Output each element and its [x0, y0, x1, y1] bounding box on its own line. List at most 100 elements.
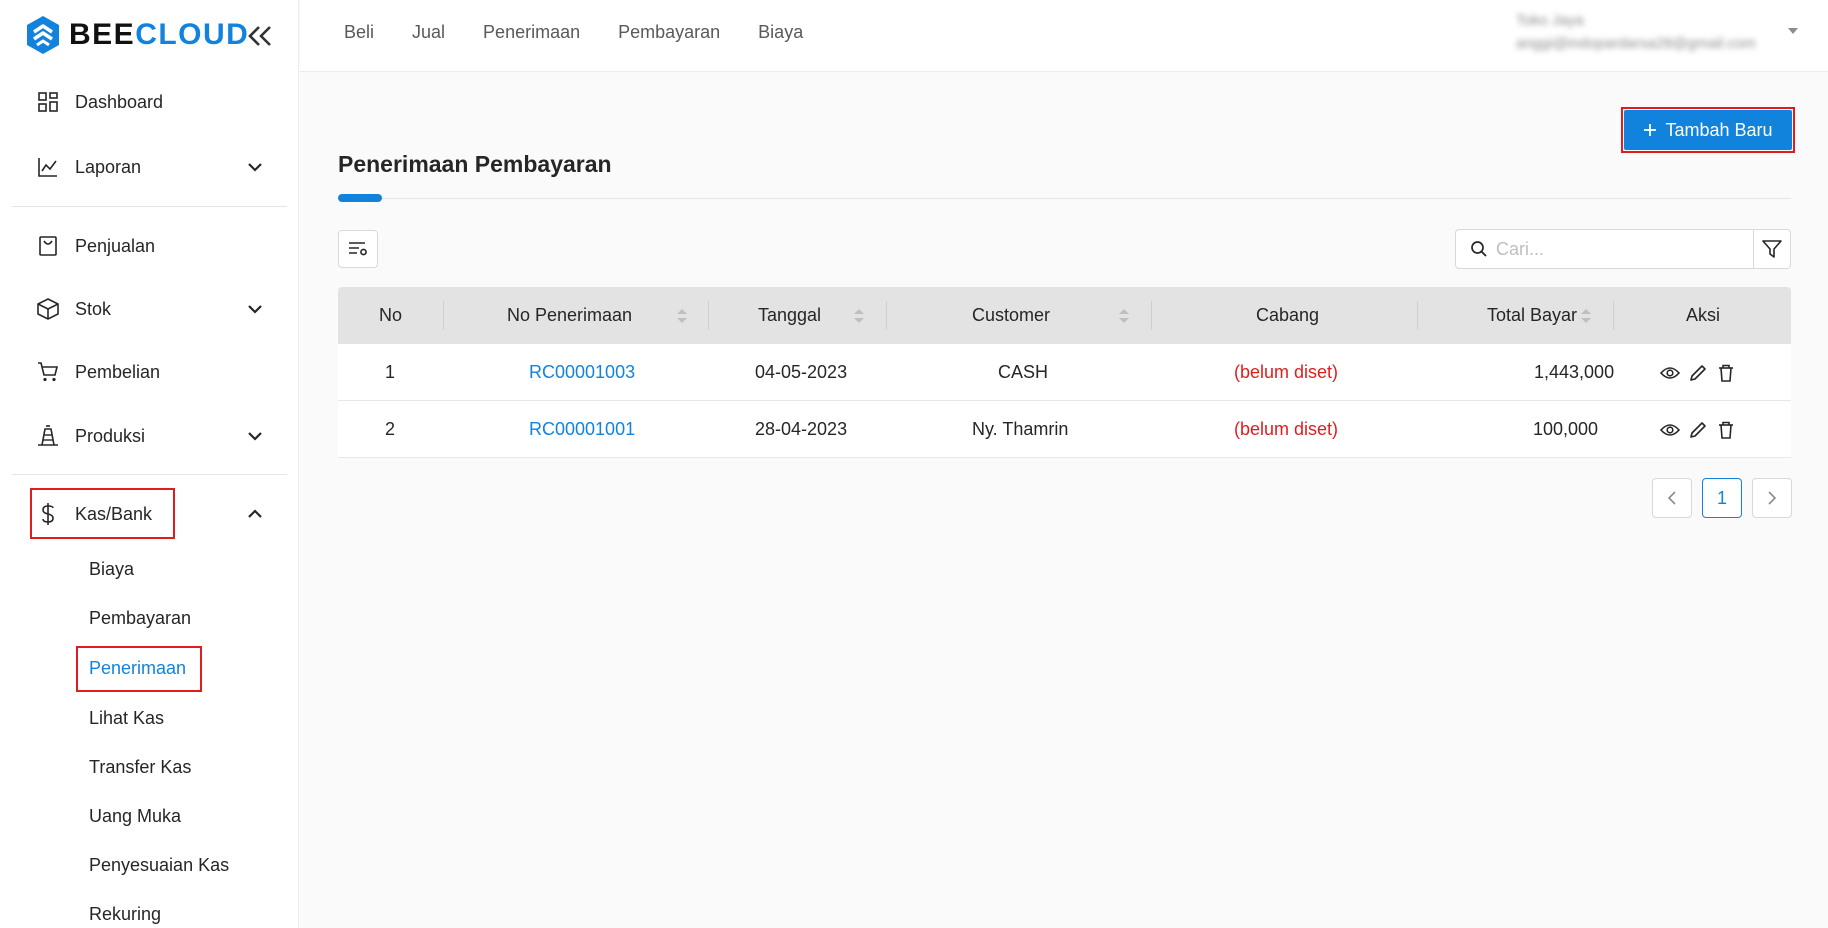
- submenu-penyesuaian-kas[interactable]: Penyesuaian Kas: [89, 855, 229, 876]
- chevron-down-icon[interactable]: [247, 159, 263, 175]
- chevron-left-icon: [1667, 491, 1676, 505]
- submenu-transfer-kas[interactable]: Transfer Kas: [89, 757, 191, 778]
- filter-button[interactable]: [1753, 229, 1791, 269]
- th-no: No: [379, 305, 403, 325]
- cell-no: 2: [385, 419, 396, 439]
- line-chart-icon: [37, 156, 59, 178]
- cell-cabang: (belum diset): [1234, 419, 1339, 439]
- user-menu[interactable]: Toko Jaya anggi@indopardarsa28@gmail.com: [1516, 12, 1766, 52]
- sidebar-item-stok[interactable]: Stok: [12, 283, 287, 335]
- cell-tanggal: 28-04-2023: [755, 419, 848, 439]
- double-chevron-left-icon: [248, 26, 271, 46]
- cell-no: 1: [385, 362, 396, 382]
- chevron-down-icon[interactable]: [247, 428, 263, 444]
- submenu-pembayaran[interactable]: Pembayaran: [89, 608, 191, 629]
- sidebar-item-label: Produksi: [75, 425, 146, 446]
- submenu-biaya[interactable]: Biaya: [89, 559, 134, 580]
- sidebar-divider: [12, 474, 287, 475]
- th-total-bayar[interactable]: Total Bayar: [1487, 287, 1577, 344]
- sidebar-item-label: Laporan: [75, 156, 142, 177]
- th-separator: [1417, 301, 1418, 330]
- th-customer[interactable]: Customer: [972, 287, 1050, 344]
- sidebar-item-produksi[interactable]: Produksi: [12, 410, 287, 462]
- sidebar-item-label: Pembelian: [75, 361, 161, 382]
- submenu-uang-muka[interactable]: Uang Muka: [89, 806, 181, 827]
- sidebar-item-laporan[interactable]: Laporan: [12, 141, 287, 193]
- cell-total-bayar: 1,443,000: [1534, 362, 1615, 382]
- factory-icon: [37, 425, 59, 447]
- sort-icon[interactable]: [1119, 309, 1129, 323]
- chevron-down-icon[interactable]: [247, 301, 263, 317]
- brand-logo[interactable]: BEECLOUD: [25, 14, 249, 56]
- sort-icon[interactable]: [1581, 309, 1591, 323]
- topnav-pembayaran[interactable]: Pembayaran: [618, 22, 720, 43]
- cell-tanggal: 04-05-2023: [755, 362, 848, 382]
- th-tanggal[interactable]: Tanggal: [758, 287, 821, 344]
- user-email: anggi@indopardarsa28@gmail.com: [1516, 35, 1756, 52]
- topnav-beli[interactable]: Beli: [344, 22, 374, 43]
- sidebar-divider: [12, 206, 287, 207]
- title-divider: [338, 198, 1791, 199]
- table-row: 1 RC00001003 04-05-2023 CASH (belum dise…: [338, 344, 1791, 401]
- sidebar-item-label: Dashboard: [75, 91, 164, 112]
- caret-down-icon[interactable]: [1788, 28, 1798, 34]
- column-settings-button[interactable]: [338, 230, 378, 268]
- bee-logo-icon: [27, 16, 59, 54]
- submenu-lihat-kas[interactable]: Lihat Kas: [89, 708, 164, 729]
- sidebar-item-label: Stok: [75, 298, 112, 319]
- top-navbar: Beli Jual Penerimaan Pembayaran Biaya To…: [300, 0, 1828, 72]
- highlight-kas-bank: [30, 488, 175, 539]
- cell-total-bayar: 100,000: [1533, 419, 1599, 439]
- chevron-right-icon: [1768, 491, 1777, 505]
- sidebar: BEECLOUD Dashboard Laporan Penjualan Sto…: [0, 0, 299, 928]
- dashboard-grid-icon: [37, 91, 59, 113]
- th-separator: [886, 301, 887, 330]
- trash-icon[interactable]: [1716, 420, 1736, 440]
- cell-customer: Ny. Thamrin: [972, 419, 1069, 439]
- row-actions: [1660, 344, 1736, 401]
- cell-cabang: (belum diset): [1234, 362, 1339, 382]
- filter-icon: [1762, 240, 1782, 258]
- eye-icon[interactable]: [1660, 420, 1680, 440]
- topnav-penerimaan[interactable]: Penerimaan: [483, 22, 580, 43]
- search-icon: [1471, 241, 1487, 257]
- eye-icon[interactable]: [1660, 363, 1680, 383]
- brand-name: BEECLOUD: [69, 18, 250, 51]
- topnav-jual[interactable]: Jual: [412, 22, 445, 43]
- column-settings-icon: [349, 242, 367, 256]
- shopping-cart-icon: [37, 361, 59, 383]
- shopping-bag-icon: [37, 235, 59, 257]
- cell-no-penerimaan-link[interactable]: RC00001001: [529, 401, 635, 458]
- search-input[interactable]: [1496, 238, 1736, 260]
- highlight-add-button: [1621, 107, 1795, 153]
- sidebar-item-label: Penjualan: [75, 235, 156, 256]
- th-cabang: Cabang: [1256, 305, 1320, 325]
- sidebar-item-pembelian[interactable]: Pembelian: [12, 346, 287, 398]
- cell-no-penerimaan-link[interactable]: RC00001003: [529, 344, 635, 401]
- sidebar-item-penjualan[interactable]: Penjualan: [12, 220, 287, 272]
- th-aksi: Aksi: [1686, 305, 1721, 325]
- search-field[interactable]: [1455, 229, 1754, 269]
- sort-icon[interactable]: [677, 309, 687, 323]
- submenu-rekuring[interactable]: Rekuring: [89, 904, 161, 925]
- chevron-up-icon[interactable]: [247, 506, 263, 522]
- edit-pencil-icon[interactable]: [1688, 363, 1708, 383]
- sidebar-item-dashboard[interactable]: Dashboard: [12, 76, 287, 128]
- topnav-biaya[interactable]: Biaya: [758, 22, 803, 43]
- collapse-sidebar-button[interactable]: [246, 20, 274, 52]
- top-nav: Beli Jual Penerimaan Pembayaran Biaya: [344, 22, 803, 43]
- sort-icon[interactable]: [854, 309, 864, 323]
- highlight-penerimaan: [76, 646, 202, 692]
- edit-pencil-icon[interactable]: [1688, 420, 1708, 440]
- pagination-page-current[interactable]: 1: [1702, 478, 1742, 518]
- th-separator: [1151, 301, 1152, 330]
- th-no-penerimaan[interactable]: No Penerimaan: [507, 287, 632, 344]
- title-accent-bar: [338, 194, 382, 202]
- cell-customer: CASH: [998, 362, 1049, 382]
- pagination-prev-button[interactable]: [1652, 478, 1692, 518]
- pagination-next-button[interactable]: [1752, 478, 1792, 518]
- table-row: 2 RC00001001 28-04-2023 Ny. Thamrin (bel…: [338, 401, 1791, 458]
- th-separator: [1613, 301, 1614, 330]
- table-header: No No Penerimaan Tanggal Customer Cabang…: [338, 287, 1791, 344]
- trash-icon[interactable]: [1716, 363, 1736, 383]
